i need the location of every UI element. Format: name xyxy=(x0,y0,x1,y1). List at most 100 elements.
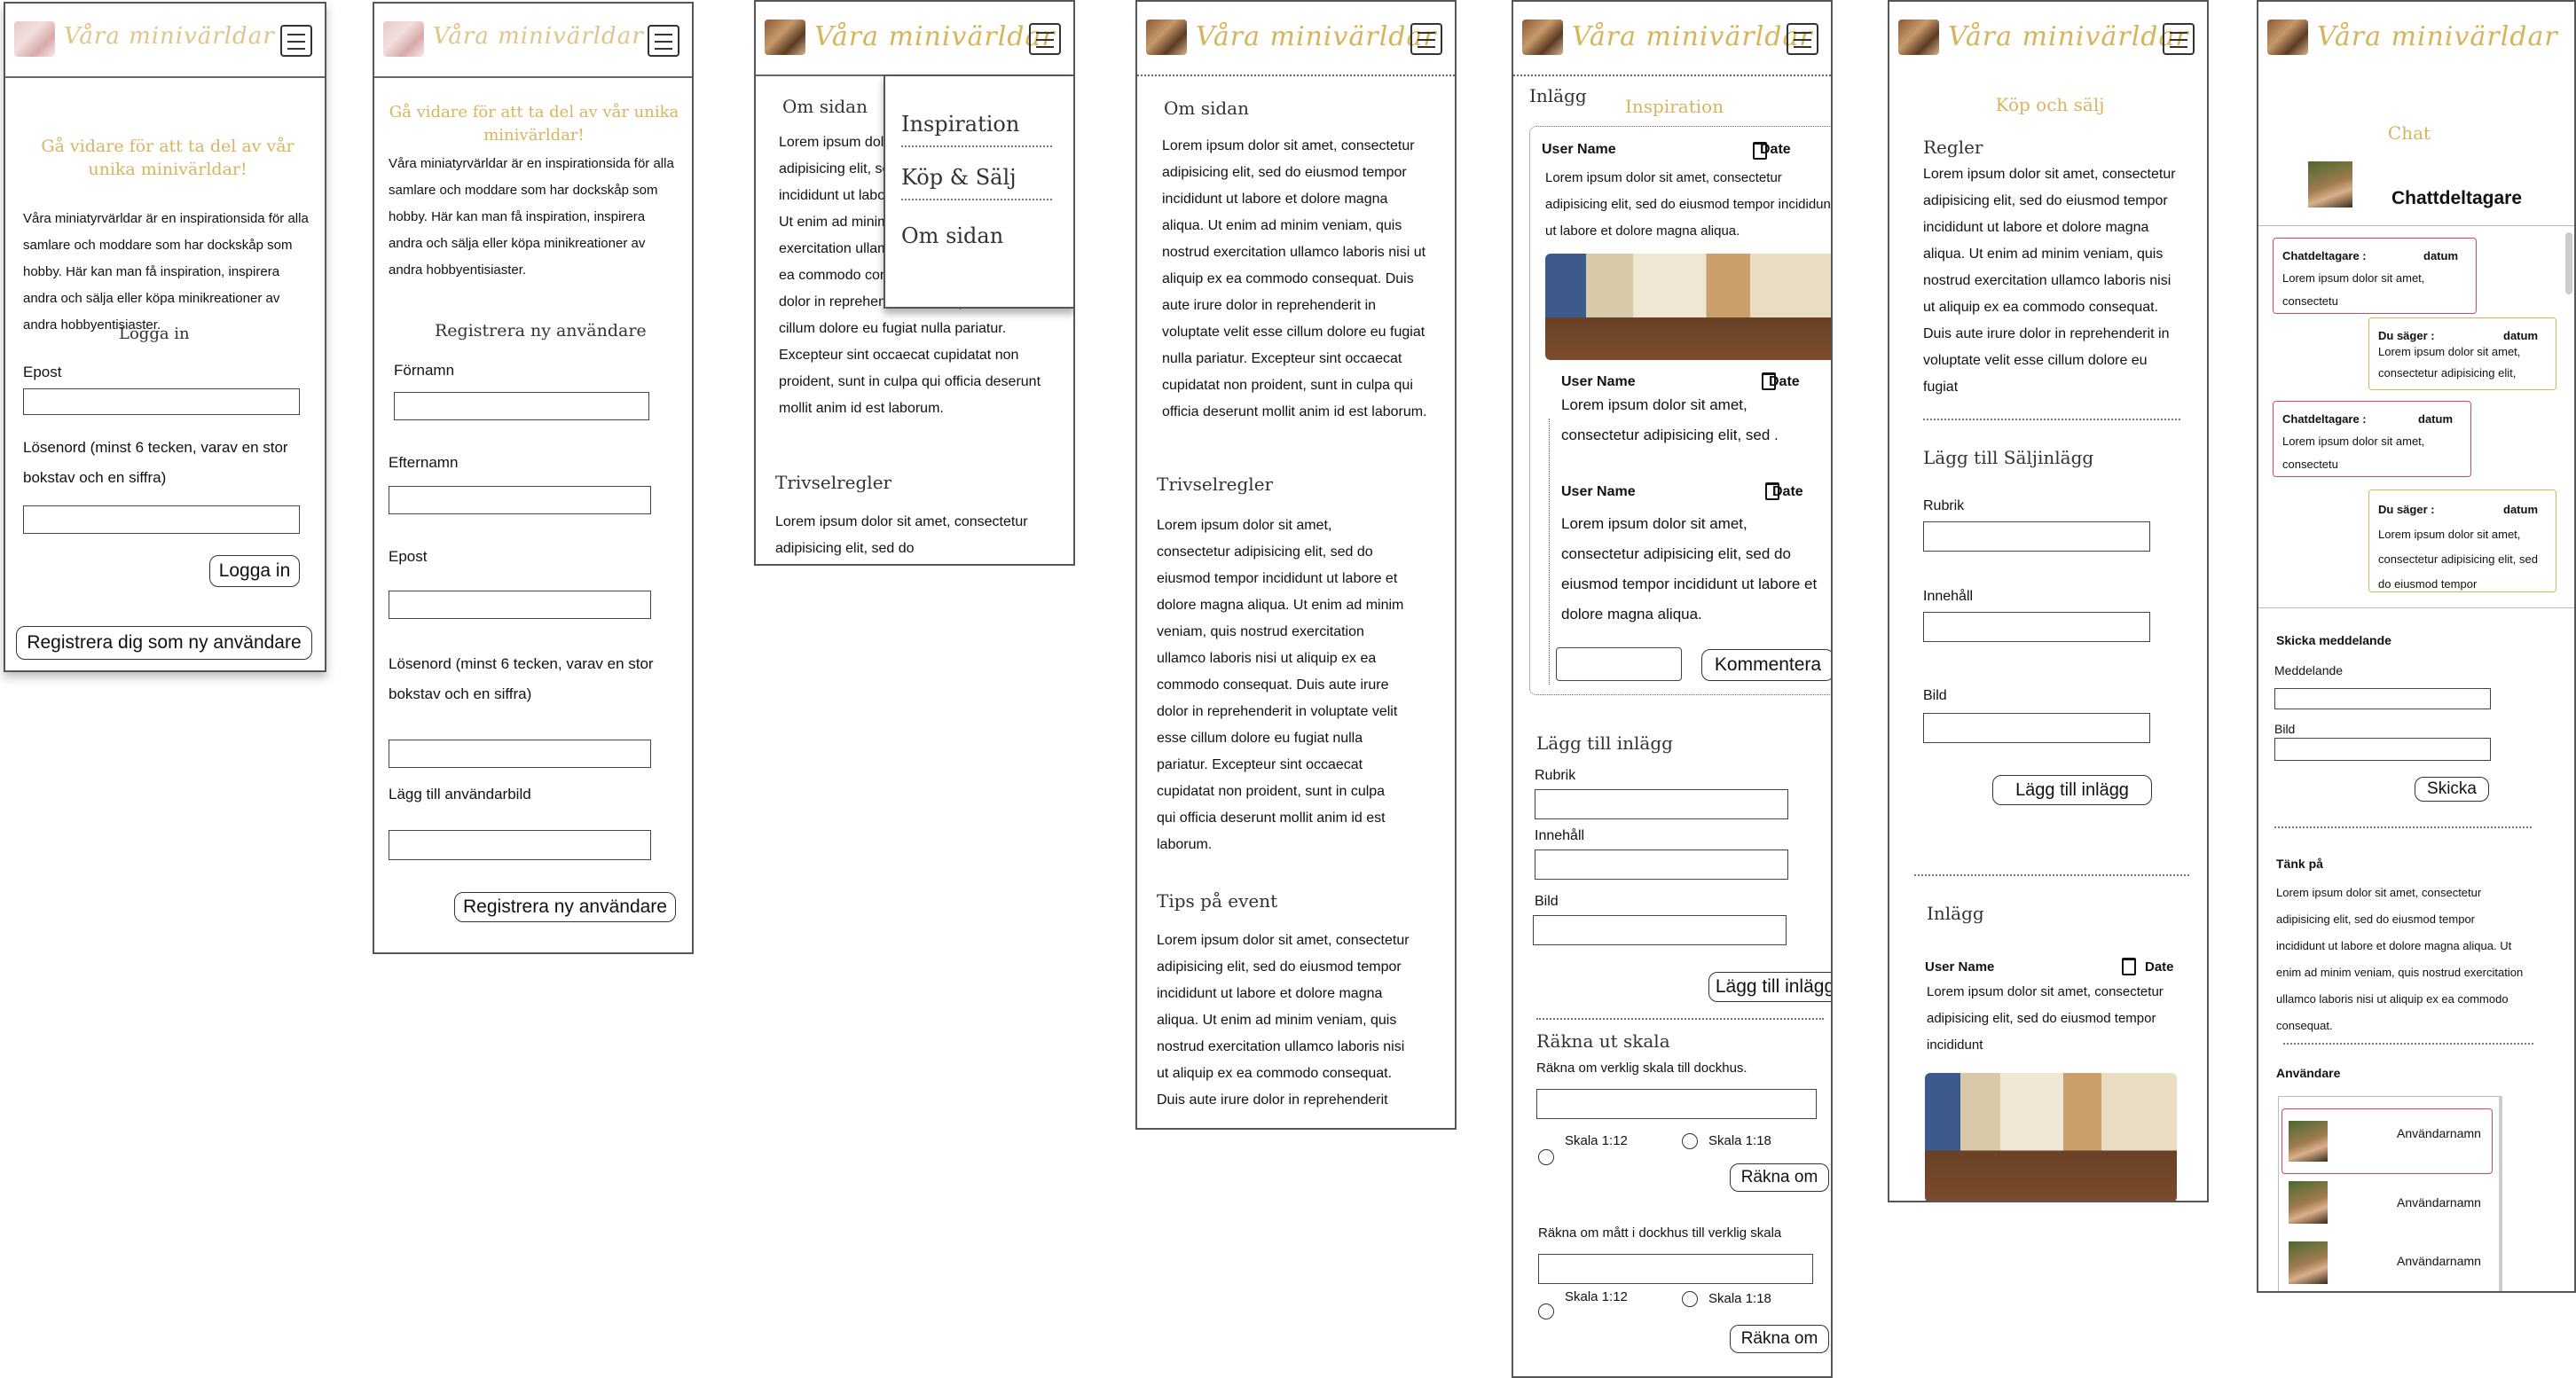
logo-image[interactable] xyxy=(14,21,55,57)
delete-post-icon[interactable] xyxy=(2122,958,2136,975)
add-sale-post-button[interactable]: Lägg till inlägg xyxy=(1992,775,2152,805)
add-post-button[interactable]: Lägg till inlägg xyxy=(1708,972,1831,1002)
comment-button[interactable]: Kommentera xyxy=(1701,649,1831,681)
rules-title: Trivselregler xyxy=(1157,474,1274,495)
sent-message: Du säger : datum Lorem ipsum dolor sit a… xyxy=(2368,489,2556,592)
calc2-input[interactable] xyxy=(1538,1254,1813,1284)
image-field[interactable] xyxy=(1533,915,1787,945)
scale-1-18-radio[interactable] xyxy=(1682,1291,1698,1307)
password-label: Lösenord (minst 6 tecken, varav en stor … xyxy=(389,655,654,702)
logo-text: Våra minivärldar xyxy=(64,23,275,50)
hamburger-menu-icon[interactable] xyxy=(1787,23,1818,55)
posts-title: Inlägg xyxy=(1927,903,1984,924)
post-image xyxy=(1925,1073,2177,1201)
email-field[interactable] xyxy=(389,591,651,619)
image-field[interactable] xyxy=(2274,738,2491,761)
header: Våra minivärldar xyxy=(5,4,325,78)
divider xyxy=(1536,1018,1824,1020)
content-field[interactable] xyxy=(1535,850,1788,880)
think-text: Lorem ipsum dolor sit amet, consectetur … xyxy=(2276,886,2524,1032)
password-label: Lösenord (minst 6 tecken, varav en stor … xyxy=(23,439,288,486)
scale-1-12-radio[interactable] xyxy=(1538,1149,1554,1165)
image-field[interactable] xyxy=(1923,713,2150,743)
comment-input[interactable] xyxy=(1556,647,1682,681)
user-avatar xyxy=(2289,1241,2328,1284)
image-label: Bild xyxy=(1923,688,1947,703)
user-name: Användarnamn xyxy=(2397,1126,2481,1140)
intro-text: Våra miniatyrvärldar är en inspirationsi… xyxy=(389,156,674,278)
scale-calc-title: Räkna ut skala xyxy=(1536,1030,1670,1052)
recalc-button[interactable]: Räkna om xyxy=(1730,1325,1829,1353)
logo-image[interactable] xyxy=(1146,20,1187,55)
register-submit-button[interactable]: Registrera ny användare xyxy=(454,892,676,922)
header: Våra minivärldar xyxy=(1513,2,1831,76)
message-field[interactable] xyxy=(2274,688,2491,709)
scale-1-12-label: Skala 1:12 xyxy=(1565,1133,1628,1148)
logo-text: Våra minivärldar xyxy=(433,23,644,50)
message-sender: Du säger : xyxy=(2378,329,2435,342)
post-image xyxy=(1545,254,1831,360)
message-date: datum xyxy=(2423,249,2458,262)
posts-section-label: Inlägg xyxy=(1529,85,1587,106)
register-link-button[interactable]: Registrera dig som ny användare xyxy=(16,626,312,660)
calc2-label: Räkna om mått i dockhus till verklig ska… xyxy=(1538,1225,1782,1241)
login-button[interactable]: Logga in xyxy=(209,555,300,587)
image-label: Bild xyxy=(1535,894,1559,909)
recalc-button[interactable]: Räkna om xyxy=(1730,1163,1829,1192)
menu-item-inspiration[interactable]: Inspiration xyxy=(901,112,1052,147)
hamburger-menu-icon[interactable] xyxy=(648,25,679,57)
logo-text: Våra minivärldar xyxy=(814,21,1056,52)
rules-title: Trivselregler xyxy=(775,472,892,493)
hamburger-menu-icon[interactable] xyxy=(2163,23,2195,55)
email-field[interactable] xyxy=(23,388,300,415)
menu-item-about[interactable]: Om sidan xyxy=(901,223,1052,248)
header: Våra minivärldar xyxy=(374,4,692,78)
logo-image[interactable] xyxy=(765,20,805,55)
hamburger-menu-icon[interactable] xyxy=(1410,23,1442,55)
chat-scrollbar[interactable] xyxy=(2565,232,2572,294)
divider xyxy=(1914,874,2189,876)
content-field[interactable] xyxy=(1923,612,2150,642)
last-name-field[interactable] xyxy=(389,486,651,514)
logo-image[interactable] xyxy=(1522,20,1563,55)
user-name[interactable]: Användarnamn xyxy=(2397,1254,2481,1268)
avatar-upload-field[interactable] xyxy=(389,830,651,860)
logo-image[interactable] xyxy=(1898,20,1939,55)
message-text: Lorem ipsum dolor sit amet, consectetur … xyxy=(2378,528,2538,591)
hamburger-menu-icon[interactable] xyxy=(1029,23,1061,55)
password-field[interactable] xyxy=(23,505,300,534)
participant-avatar xyxy=(2308,161,2352,207)
about-title: Om sidan xyxy=(782,96,868,117)
calc1-input[interactable] xyxy=(1536,1089,1817,1119)
hamburger-menu-icon[interactable] xyxy=(280,25,312,57)
comment-username: User Name xyxy=(1561,374,1636,389)
comment-text: Lorem ipsum dolor sit amet, consectetur … xyxy=(1561,515,1818,622)
rubrik-field[interactable] xyxy=(1923,521,2150,552)
header: Våra minivärldar xyxy=(2258,2,2574,74)
menu-open-screen: Våra minivärldar Om sidan Lorem ipsum do… xyxy=(754,0,1075,566)
post-date: Date xyxy=(1760,142,1791,157)
content-label: Innehåll xyxy=(1923,589,1974,604)
users-title: Användare xyxy=(2276,1066,2341,1080)
register-screen: Våra minivärldar Gå vidare för att ta de… xyxy=(373,2,694,954)
logo-image[interactable] xyxy=(2267,20,2308,55)
scale-1-12-radio[interactable] xyxy=(1538,1304,1554,1319)
comment-username: User Name xyxy=(1561,484,1636,499)
message-date: datum xyxy=(2503,329,2538,342)
logo-image[interactable] xyxy=(383,21,424,57)
welcome-heading: Gå vidare för att ta del av vår unika mi… xyxy=(41,137,295,179)
message-date: datum xyxy=(2418,412,2453,426)
send-button[interactable]: Skicka xyxy=(2415,777,2489,802)
user-name[interactable]: Användarnamn xyxy=(2397,1195,2481,1210)
message-sender: Du säger : xyxy=(2378,503,2435,516)
header: Våra minivärldar xyxy=(1137,2,1455,76)
scale-1-18-radio[interactable] xyxy=(1682,1133,1698,1149)
register-title: Registrera ny användare xyxy=(435,321,647,341)
first-name-field[interactable] xyxy=(394,392,649,420)
rubrik-field[interactable] xyxy=(1535,789,1788,819)
about-title: Om sidan xyxy=(1164,98,1249,119)
menu-item-buy-sell[interactable]: Köp & Sälj xyxy=(901,165,1052,200)
password-field[interactable] xyxy=(389,740,651,768)
market-screen: Våra minivärldar Köp och sälj Regler Lor… xyxy=(1888,0,2209,1202)
message-sender: Chatdeltagare : xyxy=(2282,412,2367,426)
